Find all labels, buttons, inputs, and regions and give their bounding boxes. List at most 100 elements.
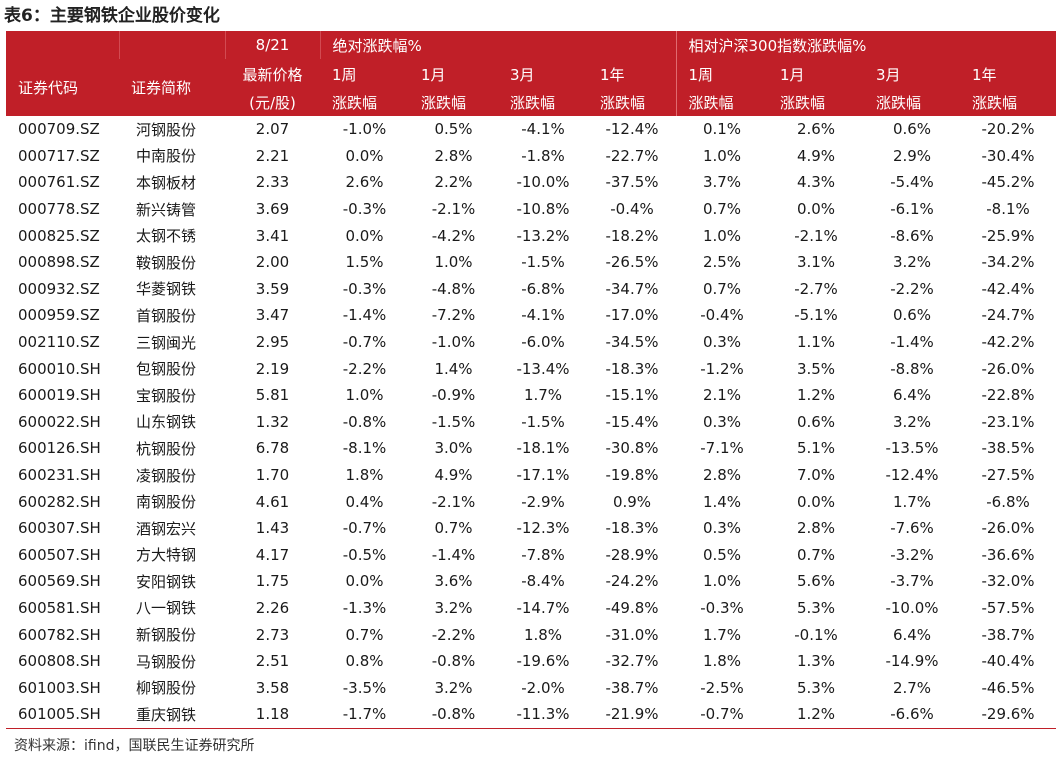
cell-rel-1y: -22.8% [981,386,1035,405]
cell-price: 2.51 [255,652,290,671]
cell-name: 方大特钢 [136,546,197,565]
cell-name: 包钢股份 [136,360,197,379]
cell-abs-1y: -12.4% [605,120,659,139]
cell-rel-3m: 3.2% [892,253,932,272]
cell-abs-3m: -6.8% [521,279,565,298]
cell-rel-3m: -12.4% [885,466,939,485]
header-date: 8/21 [225,31,321,59]
cell-abs-1y: -32.7% [605,652,659,671]
cell-code: 600231.SH [18,466,101,485]
cell-price: 6.78 [255,439,290,458]
cell-price: 2.26 [255,598,290,617]
cell-code: 000959.SZ [18,306,100,325]
cell-rel-3m: -8.8% [890,359,934,378]
header-blank-code [6,31,120,59]
cell-rel-1y: -6.8% [986,492,1030,511]
cell-price: 5.81 [255,386,290,405]
cell-price: 4.17 [255,545,290,564]
table-row: 600019.SH 宝钢股份 5.81 1.0% -0.9% 1.7% -15.1% 2.1%… [6,382,1056,409]
cell-abs-1y: -18.3% [605,519,659,538]
cell-rel-1m: 5.3% [796,598,836,617]
cell-abs-1y: -22.7% [605,146,659,165]
cell-abs-1y: -17.0% [605,306,659,325]
cell-abs-1y: -26.5% [605,253,659,272]
cell-price: 2.21 [255,146,290,165]
cell-rel-1w: 1.0% [702,226,742,245]
cell-rel-1m: 0.7% [796,545,836,564]
cell-abs-1m: 3.6% [434,572,473,591]
cell-abs-1y: -31.0% [605,625,659,644]
header-rel-1w: 1周 [675,59,769,89]
table-container: 8/21 绝对涨跌幅% 相对沪深300指数涨跌幅% 证券代码 证券简称 最新价格… [6,31,1057,729]
cell-abs-3m: -10.8% [516,200,570,219]
cell-abs-1y: -19.8% [605,466,659,485]
cell-name: 太钢不锈 [136,227,197,246]
cell-abs-1m: -0.8% [431,652,476,671]
cell-abs-1w: 1.5% [345,253,384,272]
cell-code: 600782.SH [18,625,101,644]
cell-rel-1w: 1.0% [702,572,742,591]
cell-rel-1y: -26.0% [981,519,1035,538]
cell-abs-1y: -15.4% [605,412,659,431]
cell-abs-1y: -15.1% [605,386,659,405]
table-row: 000717.SZ 中南股份 2.21 0.0% 2.8% -1.8% -22.7% 1.0%… [6,143,1056,170]
cell-price: 3.58 [255,678,290,697]
cell-rel-1m: 4.9% [796,146,836,165]
cell-abs-3m: -18.1% [516,439,570,458]
cell-rel-1m: 0.0% [796,200,836,219]
cell-rel-1y: -23.1% [981,412,1035,431]
cell-rel-1w: 0.5% [702,545,742,564]
header-name: 证券简称 [119,59,225,116]
cell-code: 000825.SZ [18,226,100,245]
source-note: 资料来源：ifind，国联民生证券研究所 [14,738,255,754]
cell-rel-3m: -1.4% [890,333,934,352]
header-blank-name [119,31,226,59]
cell-abs-1y: -37.5% [605,173,659,192]
cell-price: 1.43 [255,519,290,538]
cell-rel-1y: -42.2% [981,333,1035,352]
cell-price: 3.47 [255,306,290,325]
cell-abs-1w: -1.0% [342,120,387,139]
cell-rel-3m: -10.0% [885,598,939,617]
cell-rel-1w: 0.1% [702,120,742,139]
cell-abs-1y: -49.8% [605,598,659,617]
cell-abs-1w: -0.7% [342,333,387,352]
cell-abs-1m: -2.1% [431,200,476,219]
table-row: 600010.SH 包钢股份 2.19 -2.2% 1.4% -13.4% -18.3% -1… [6,355,1056,382]
header-row-1: 8/21 绝对涨跌幅% 相对沪深300指数涨跌幅% [6,31,1057,59]
cell-abs-1w: 0.0% [345,226,384,245]
cell-rel-1m: -2.1% [794,226,838,245]
cell-rel-1m: -0.1% [794,625,838,644]
table-row: 000932.SZ 华菱钢铁 3.59 -0.3% -4.8% -6.8% -34.7% 0.… [6,276,1056,303]
cell-abs-1m: -4.2% [431,226,476,245]
cell-rel-1y: -24.7% [981,306,1035,325]
cell-rel-3m: 3.2% [892,412,932,431]
cell-abs-1w: -2.2% [342,359,387,378]
header-rel-1w-chg: 涨跌幅 [675,89,769,116]
table-row: 600282.SH 南钢股份 4.61 0.4% -2.1% -2.9% 0.9% 1.4% 0… [6,488,1056,515]
cell-rel-1w: 1.0% [702,146,742,165]
table-row: 600126.SH 杭钢股份 6.78 -8.1% 3.0% -18.1% -30.8% -7… [6,435,1056,462]
cell-code: 600022.SH [18,412,101,431]
cell-abs-1y: -21.9% [588,701,677,729]
cell-rel-1w: 2.5% [702,253,742,272]
header-abs-1m-chg: 涨跌幅 [409,89,498,116]
cell-price: 4.61 [255,492,290,511]
cell-rel-1w: -7.1% [700,439,744,458]
cell-code: 000778.SZ [18,200,100,219]
cell-name: 安阳钢铁 [136,572,197,591]
cell-abs-3m: -13.2% [516,226,570,245]
cell-rel-3m: -2.2% [890,279,934,298]
cell-abs-1y: -34.7% [605,279,659,298]
cell-code: 600307.SH [18,519,101,538]
table-row: 000709.SZ 河钢股份 2.07 -1.0% 0.5% -4.1% -12.4% 0.1… [6,116,1056,143]
cell-abs-3m: -8.4% [521,572,565,591]
cell-name: 八一钢铁 [136,599,197,618]
cell-name: 南钢股份 [136,493,197,512]
cell-rel-1m: 3.1% [796,253,836,272]
cell-name: 宝钢股份 [136,386,197,405]
cell-rel-1y: -40.4% [981,652,1035,671]
cell-abs-1w: -8.1% [342,439,387,458]
cell-code: 000761.SZ [18,173,100,192]
cell-rel-1y: -46.5% [981,678,1035,697]
